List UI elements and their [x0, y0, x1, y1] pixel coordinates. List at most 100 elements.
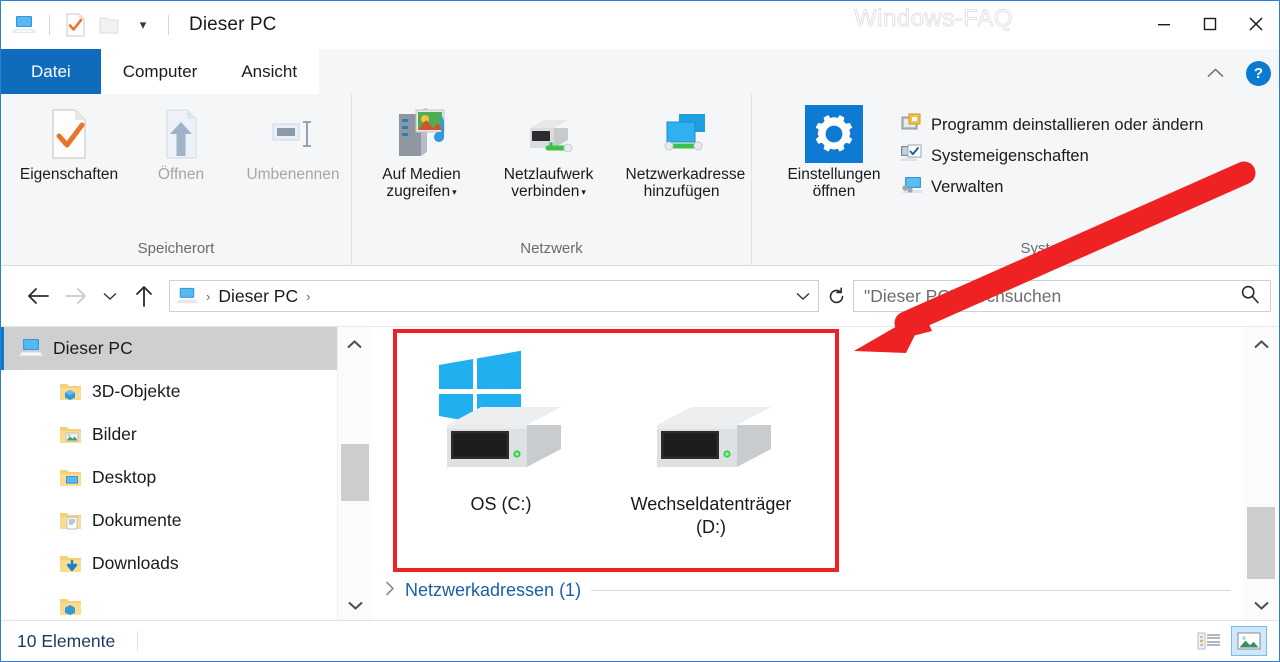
- help-label: ?: [1253, 65, 1264, 82]
- recent-locations-button[interactable]: [95, 277, 125, 315]
- ribbon-item-programm-deinstallieren-label: Programm deinstallieren oder ändern: [931, 116, 1204, 134]
- sidebar-scroll-up-button[interactable]: [338, 327, 371, 361]
- large-icons-view-button[interactable]: [1231, 626, 1267, 656]
- ribbon-button-netzlaufwerk-verbinden[interactable]: Netzlaufwerk verbinden ▾: [485, 102, 612, 201]
- uninstall-program-icon: [900, 112, 922, 139]
- ribbon-button-einstellungen-oeffnen-label: Einstellungen öffnen: [778, 166, 890, 201]
- window-controls: [1141, 1, 1279, 47]
- sidebar-item-desktop[interactable]: Desktop: [1, 456, 337, 499]
- sidebar-item-dieser-pc[interactable]: Dieser PC: [1, 327, 337, 370]
- drive-item-os-c-label: OS (C:): [470, 494, 532, 514]
- sidebar-scroll-down-button[interactable]: [338, 588, 372, 622]
- search-input[interactable]: "Dieser PC" durchsuchen: [853, 280, 1271, 312]
- ribbon-button-netzwerkadresse-hinzufuegen-label: Netzwerkadresse hinzufügen: [626, 166, 746, 201]
- toolbar-divider: [49, 15, 50, 35]
- chevron-right-icon[interactable]: [385, 580, 395, 601]
- ribbon-group-netzwerk-label: Netzwerk: [520, 240, 583, 257]
- drive-item-wechseldatentraeger-d[interactable]: Wechseldatenträger (D:): [611, 347, 811, 538]
- einstellungen-line1: Einstellungen: [787, 166, 881, 183]
- folder-desktop-icon: [59, 468, 82, 488]
- close-button[interactable]: [1233, 1, 1279, 47]
- ribbon-item-verwalten-label: Verwalten: [931, 178, 1004, 196]
- auf-medien-line1: Auf Medien: [382, 166, 461, 183]
- quick-access-toolbar: ▾ Dieser PC: [1, 10, 276, 40]
- folder-downloads-icon: [59, 554, 82, 574]
- ribbon: Eigenschaften Öffnen Umbenennen Speicher…: [1, 94, 1279, 266]
- this-pc-icon: [19, 338, 43, 359]
- file-list-view: OS (C:) Wechseldatenträger (D:) Netzwerk…: [371, 327, 1245, 622]
- view-mode-buttons: [1191, 626, 1279, 656]
- ribbon-button-oeffnen[interactable]: Öffnen: [125, 102, 237, 183]
- minimize-button[interactable]: [1141, 1, 1187, 47]
- window-title: Dieser PC: [189, 14, 277, 35]
- breadcrumb-separator-2[interactable]: ›: [306, 289, 310, 304]
- back-button[interactable]: [19, 277, 57, 315]
- breadcrumb-separator-1[interactable]: ›: [206, 289, 210, 304]
- tab-datei[interactable]: Datei: [1, 49, 101, 94]
- tab-computer[interactable]: Computer: [100, 49, 220, 94]
- system-properties-icon: [900, 143, 922, 170]
- navigation-pane: Dieser PC 3D-Objekte Bilder Desktop Doku…: [1, 327, 337, 622]
- this-pc-icon[interactable]: [176, 287, 198, 306]
- ribbon-button-umbenennen[interactable]: Umbenennen: [237, 102, 349, 183]
- ribbon-item-programm-deinstallieren[interactable]: Programm deinstallieren oder ändern: [900, 110, 1203, 141]
- sidebar-item-3d-objekte[interactable]: 3D-Objekte: [1, 370, 337, 413]
- quick-access-dropdown-icon[interactable]: ▾: [128, 10, 158, 40]
- ribbon-group-speicherort-label: Speicherort: [137, 240, 215, 257]
- content-scrollbar[interactable]: [1244, 327, 1278, 622]
- sidebar-item-dokumente-label: Dokumente: [92, 510, 182, 530]
- drive-item-os-c[interactable]: OS (C:): [401, 347, 601, 516]
- tab-ansicht[interactable]: Ansicht: [219, 49, 320, 94]
- ribbon-group-speicherort: Eigenschaften Öffnen Umbenennen Speicher…: [1, 94, 351, 266]
- properties-icon: [47, 106, 91, 162]
- sidebar-item-partial[interactable]: [1, 585, 337, 622]
- sidebar-item-bilder[interactable]: Bilder: [1, 413, 337, 456]
- ribbon-item-systemeigenschaften[interactable]: Systemeigenschaften: [900, 141, 1203, 172]
- ribbon-button-eigenschaften-label: Eigenschaften: [19, 166, 119, 183]
- group-header-divider: [591, 590, 1231, 591]
- tab-datei-label: Datei: [31, 61, 71, 81]
- status-bar: 10 Elemente: [1, 620, 1279, 661]
- breadcrumb-dropdown-icon[interactable]: [796, 288, 812, 304]
- this-pc-icon[interactable]: [9, 10, 39, 40]
- removable-drive-icon: [611, 347, 811, 487]
- forward-button[interactable]: [57, 277, 95, 315]
- chevron-up-icon[interactable]: [1199, 61, 1232, 86]
- search-icon[interactable]: [1240, 284, 1260, 309]
- ribbon-button-einstellungen-oeffnen[interactable]: Einstellungen öffnen: [774, 102, 894, 201]
- maximize-button[interactable]: [1187, 1, 1233, 47]
- caret-down-icon[interactable]: ▾: [452, 187, 457, 197]
- sidebar-scrollbar[interactable]: [337, 327, 371, 622]
- breadcrumb-item-dieser-pc[interactable]: Dieser PC: [218, 286, 298, 307]
- help-button[interactable]: ?: [1246, 61, 1271, 86]
- netzlaufwerk-line2: verbinden: [511, 183, 580, 201]
- content-scrollbar-thumb[interactable]: [1247, 507, 1275, 579]
- sidebar-scrollbar-thumb[interactable]: [341, 444, 369, 501]
- ribbon-group-speicherort-items: Eigenschaften Öffnen Umbenennen: [1, 102, 351, 183]
- ribbon-group-netzwerk-items: Auf Medien zugreifen ▾ Netzlaufwerk verb…: [352, 102, 751, 201]
- content-scroll-up-button[interactable]: [1244, 327, 1278, 361]
- refresh-button[interactable]: [819, 280, 853, 312]
- ribbon-item-systemeigenschaften-label: Systemeigenschaften: [931, 147, 1089, 165]
- caret-down-icon[interactable]: ▾: [581, 187, 586, 197]
- up-button[interactable]: [125, 277, 163, 315]
- status-divider: [137, 631, 139, 651]
- ribbon-button-eigenschaften[interactable]: Eigenschaften: [13, 102, 125, 183]
- sidebar-item-dokumente[interactable]: Dokumente: [1, 499, 337, 542]
- auf-medien-line2: zugreifen: [386, 183, 451, 201]
- ribbon-button-auf-medien-zugreifen[interactable]: Auf Medien zugreifen ▾: [358, 102, 485, 201]
- ribbon-item-verwalten[interactable]: Verwalten: [900, 172, 1203, 203]
- details-view-button[interactable]: [1191, 626, 1227, 656]
- content-scroll-down-button[interactable]: [1244, 588, 1278, 622]
- sidebar-item-downloads[interactable]: Downloads: [1, 542, 337, 585]
- folder-icon[interactable]: [94, 10, 124, 40]
- breadcrumb[interactable]: › Dieser PC ›: [169, 280, 819, 312]
- group-header-netzwerkadressen[interactable]: Netzwerkadressen (1): [385, 580, 1231, 601]
- ribbon-system-item-list: Programm deinstallieren oder ändern Syst…: [900, 102, 1203, 203]
- ribbon-button-oeffnen-label: Öffnen: [157, 166, 205, 183]
- ribbon-button-netzwerkadresse-hinzufuegen[interactable]: Netzwerkadresse hinzufügen: [612, 102, 751, 201]
- windows-drive-icon: [401, 347, 601, 487]
- folder-icon: [59, 597, 82, 617]
- properties-icon[interactable]: [60, 10, 90, 40]
- ribbon-tab-actions: ?: [1199, 61, 1271, 86]
